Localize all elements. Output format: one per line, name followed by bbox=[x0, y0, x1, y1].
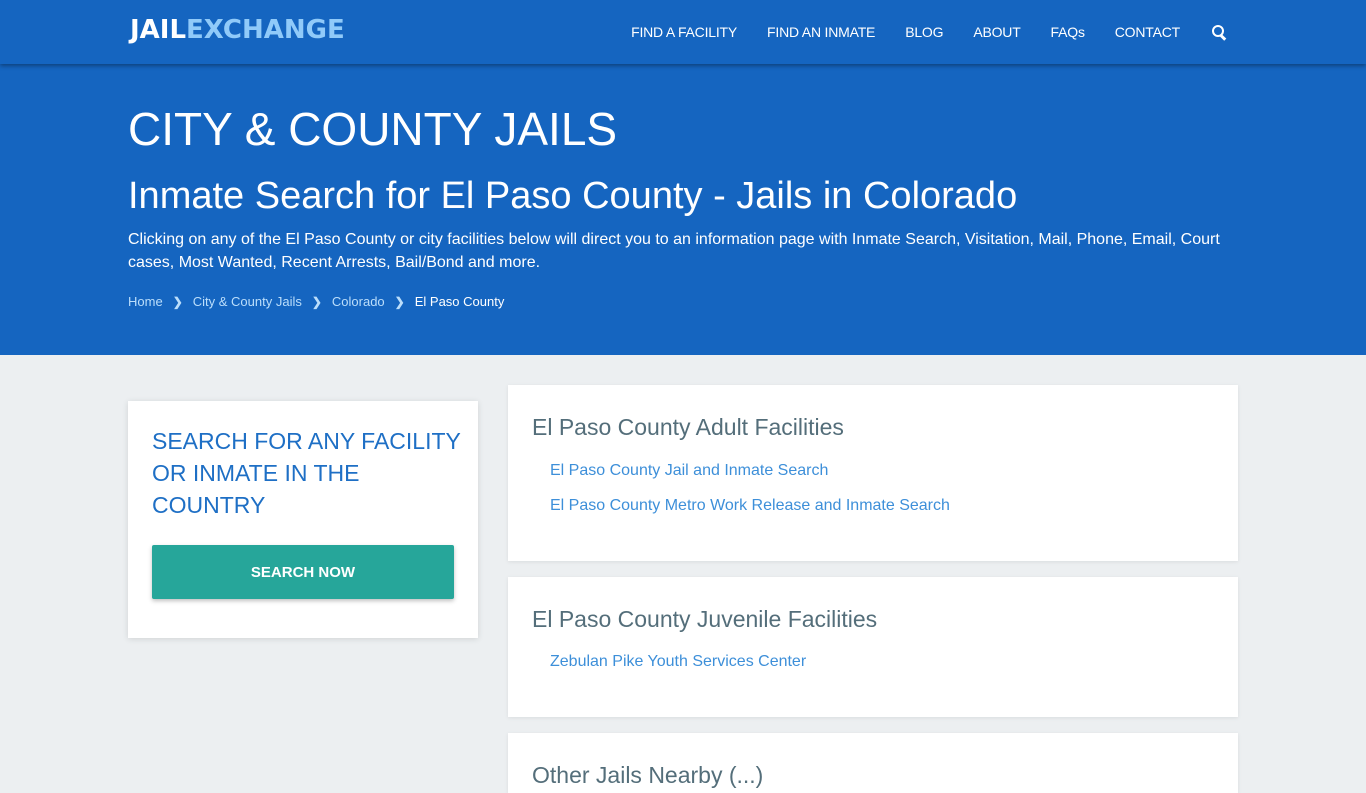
nav-find-a-facility[interactable]: FIND A FACILITY bbox=[631, 24, 737, 40]
search-promo-heading: SEARCH FOR ANY FACILITY OR INMATE IN THE… bbox=[152, 428, 461, 518]
nav-faqs[interactable]: FAQs bbox=[1051, 24, 1085, 40]
section-heading: El Paso County Juvenile Facilities bbox=[532, 606, 878, 632]
hero-banner: CITY & COUNTY JAILS Inmate Search for El… bbox=[0, 64, 1366, 355]
nav-about[interactable]: ABOUT bbox=[973, 24, 1020, 40]
breadcrumb-current: El Paso County bbox=[414, 294, 505, 309]
section-heading: El Paso County Adult Facilities bbox=[532, 414, 844, 440]
section-heading: Other Jails Nearby (...) bbox=[532, 762, 764, 788]
page-subtitle: Inmate Search for El Paso County - Jails… bbox=[128, 175, 1018, 217]
nav-contact[interactable]: CONTACT bbox=[1115, 24, 1180, 40]
logo-jail: JAIL bbox=[130, 15, 187, 45]
navbar: JAILEXCHANGE FIND A FACILITY FIND AN INM… bbox=[0, 0, 1366, 64]
breadcrumb-city-county-jails[interactable]: City & County Jails bbox=[193, 294, 302, 309]
juvenile-facilities-card: El Paso County Juvenile Facilities Zebul… bbox=[508, 577, 1238, 717]
page-title: CITY & COUNTY JAILS bbox=[128, 103, 618, 155]
breadcrumb-colorado[interactable]: Colorado bbox=[332, 294, 385, 309]
chevron-right-icon: ❯ bbox=[394, 294, 405, 309]
breadcrumb: Home ❯ City & County Jails ❯ Colorado ❯ … bbox=[128, 294, 504, 309]
nav-find-an-inmate[interactable]: FIND AN INMATE bbox=[767, 24, 875, 40]
chevron-right-icon: ❯ bbox=[172, 294, 183, 309]
search-icon[interactable] bbox=[1212, 25, 1226, 39]
facility-link[interactable]: Zebulan Pike Youth Services Center bbox=[550, 653, 806, 671]
logo-exchange: EXCHANGE bbox=[186, 15, 345, 45]
facility-link[interactable]: El Paso County Jail and Inmate Search bbox=[550, 462, 828, 480]
search-now-button[interactable]: SEARCH NOW bbox=[152, 545, 454, 599]
logo[interactable]: JAILEXCHANGE bbox=[130, 15, 345, 45]
adult-facilities-card: El Paso County Adult Facilities El Paso … bbox=[508, 385, 1238, 561]
page-description: Clicking on any of the El Paso County or… bbox=[128, 231, 1220, 271]
search-promo-card: SEARCH FOR ANY FACILITY OR INMATE IN THE… bbox=[128, 401, 478, 638]
chevron-right-icon: ❯ bbox=[311, 294, 322, 309]
nearby-jails-card: Other Jails Nearby (...) bbox=[508, 733, 1238, 793]
facility-link[interactable]: El Paso County Metro Work Release and In… bbox=[550, 497, 950, 515]
main-nav: FIND A FACILITY FIND AN INMATE BLOG ABOU… bbox=[601, 0, 1226, 64]
breadcrumb-home[interactable]: Home bbox=[128, 294, 163, 309]
nav-blog[interactable]: BLOG bbox=[905, 24, 943, 40]
